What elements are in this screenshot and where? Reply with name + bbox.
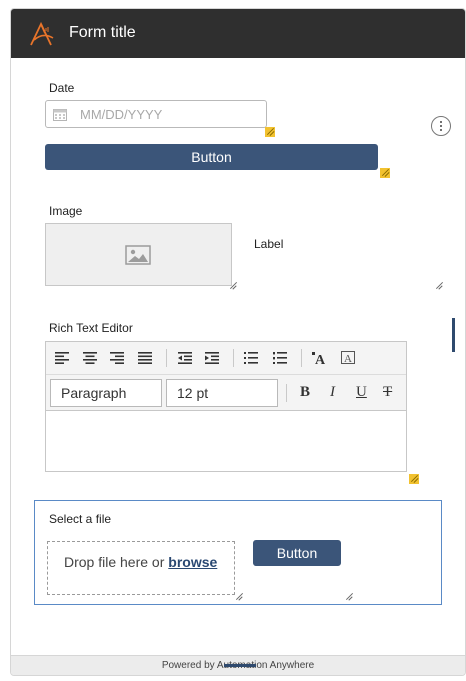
date-label: Date <box>49 81 75 95</box>
form-title: Form title <box>69 24 136 41</box>
align-justify-icon[interactable] <box>138 352 152 364</box>
rte-resize-handle[interactable] <box>409 474 419 484</box>
text-color-icon[interactable]: A <box>312 351 328 365</box>
date-resize-handle[interactable] <box>265 127 275 137</box>
drop-zone-resize-grip[interactable] <box>235 592 243 600</box>
date-input[interactable]: MM/DD/YYYY <box>45 100 267 128</box>
button-resize-handle[interactable] <box>380 168 390 178</box>
form-title-bar: Form title <box>11 9 465 58</box>
browse-link[interactable]: browse <box>168 554 217 570</box>
image-side-label: Label <box>254 237 284 251</box>
underline-button[interactable]: U <box>356 384 367 401</box>
image-resize-grip[interactable] <box>229 281 237 289</box>
rte-toolbar-bottom: Paragraph 12 pt B I U T <box>46 375 406 411</box>
file-label: Select a file <box>49 512 112 526</box>
image-label: Image <box>49 204 83 218</box>
align-left-icon[interactable] <box>55 352 69 364</box>
strikethrough-button[interactable]: T <box>383 384 392 401</box>
outdent-icon[interactable] <box>178 352 192 364</box>
rich-text-label: Rich Text Editor <box>49 321 133 335</box>
align-right-icon[interactable] <box>110 352 124 364</box>
background-color-icon[interactable]: A <box>341 351 355 364</box>
numbered-list-icon[interactable] <box>273 352 287 364</box>
rte-toolbar-top: A A <box>46 342 406 375</box>
footer-indicator <box>224 664 256 667</box>
svg-text:A: A <box>315 353 326 365</box>
date-placeholder: MM/DD/YYYY <box>80 107 163 122</box>
paragraph-style-select[interactable]: Paragraph <box>50 379 162 407</box>
rich-text-editor: A A Paragraph 12 pt B I U T <box>45 341 407 472</box>
image-placeholder[interactable] <box>45 223 232 286</box>
file-drop-zone[interactable]: Drop file here or browse <box>47 541 235 595</box>
calendar-icon[interactable] <box>53 108 67 121</box>
bold-button[interactable]: B <box>300 384 310 401</box>
indent-icon[interactable] <box>205 352 219 364</box>
align-center-icon[interactable] <box>83 352 97 364</box>
svg-text:A: A <box>344 353 352 364</box>
automation-anywhere-logo-icon <box>30 21 54 46</box>
primary-button[interactable]: Button <box>45 144 378 170</box>
drop-zone-text: Drop file here or <box>64 554 165 570</box>
file-button[interactable]: Button <box>253 540 341 566</box>
label-resize-grip[interactable] <box>435 281 443 289</box>
file-button-resize-grip[interactable] <box>345 592 353 600</box>
image-placeholder-icon <box>125 245 151 265</box>
font-size-value: 12 pt <box>177 385 209 401</box>
scroll-indicator <box>452 318 455 352</box>
more-options-icon[interactable] <box>431 116 451 136</box>
paragraph-style-value: Paragraph <box>61 385 127 401</box>
bulleted-list-icon[interactable] <box>244 352 258 364</box>
italic-button[interactable]: I <box>330 384 335 401</box>
form-window: Form title Date MM/DD/YYYY Button Image … <box>10 8 466 676</box>
rich-text-content-area[interactable] <box>46 411 406 471</box>
file-upload-section: Select a file Drop file here or browse B… <box>34 500 442 605</box>
font-size-select[interactable]: 12 pt <box>166 379 278 407</box>
